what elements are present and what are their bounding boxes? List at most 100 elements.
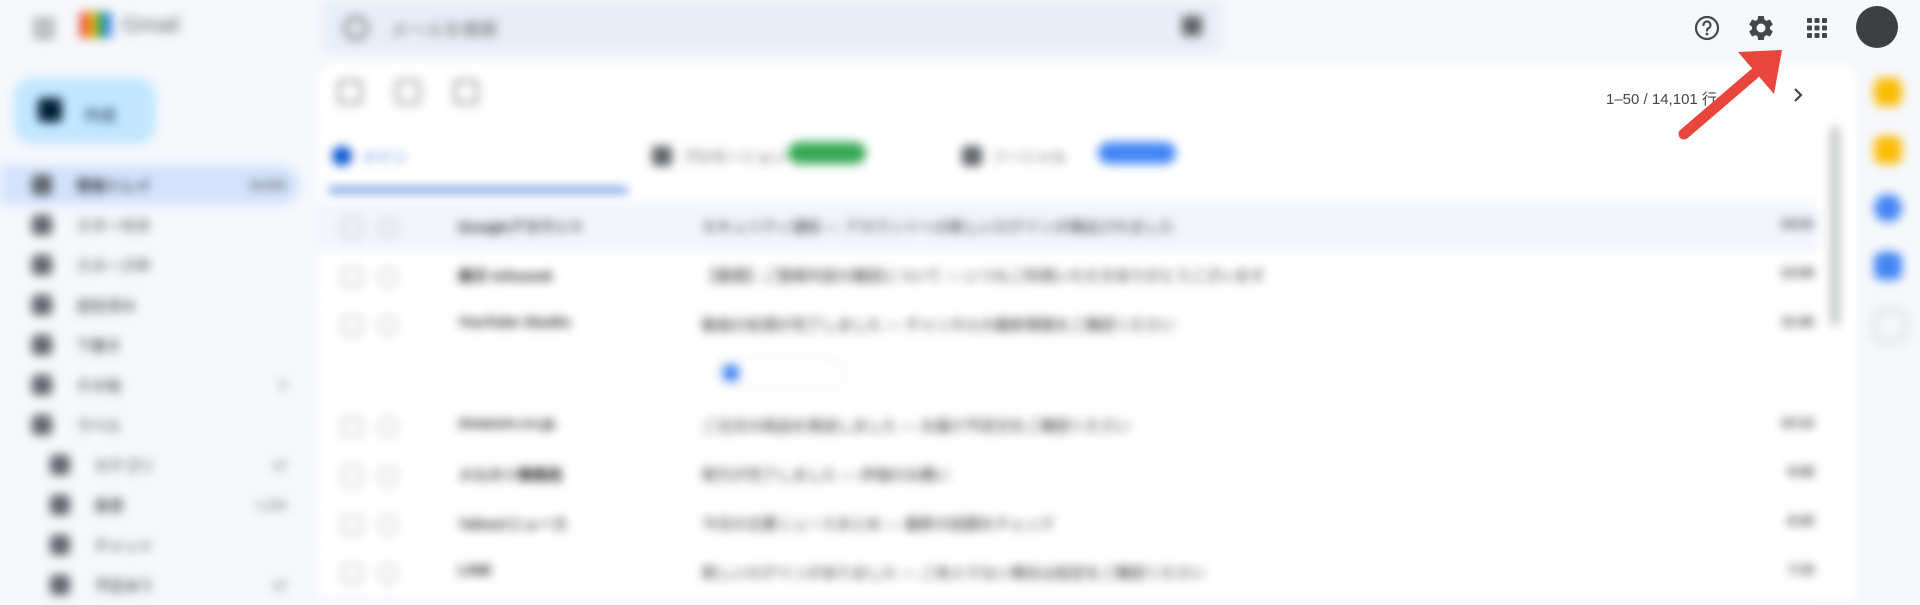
tab-label: プロモーション	[682, 149, 787, 166]
table-row[interactable]: メルカリ事務局 取引が完了しました — 評価のお願い 9:58	[318, 450, 1818, 499]
sidebar-item-drafts[interactable]: 下書き	[0, 325, 300, 365]
sidebar-item-label: チャット	[94, 537, 154, 555]
row-checkbox[interactable]	[342, 218, 362, 238]
star-icon[interactable]	[378, 218, 398, 238]
account-avatar[interactable]	[1856, 6, 1898, 48]
sidebar-item-labels[interactable]: ラベル	[0, 405, 300, 445]
row-checkbox[interactable]	[342, 316, 362, 336]
important-icon	[50, 495, 70, 515]
tab-promotions[interactable]: プロモーション	[638, 124, 938, 186]
table-row[interactable]: Amazon.co.jp ご注文の商品を発送しました — お届け予定日をご確認く…	[318, 401, 1818, 450]
email-date: 14:21	[1780, 216, 1814, 231]
sidebar-item-count: 1,234	[255, 498, 286, 512]
tag-icon	[652, 146, 672, 166]
row-checkbox[interactable]	[342, 267, 362, 287]
sidebar-item-more[interactable]: その他 3	[0, 365, 300, 405]
compose-label: 作成	[84, 108, 117, 125]
email-sender: LINE	[458, 562, 493, 579]
calendar-app-icon[interactable]	[1874, 78, 1902, 106]
sidebar-item-label: スター付き	[76, 217, 152, 235]
email-subject: 動画の処理が完了しました — チャンネルの最新情報をご確認ください	[702, 317, 1175, 334]
list-toolbar	[338, 80, 512, 109]
chevron-down-icon	[32, 375, 52, 395]
contacts-app-icon[interactable]	[1874, 252, 1902, 280]
gear-icon[interactable]	[1743, 10, 1779, 46]
sidebar-item-label: 下書き	[76, 337, 122, 355]
email-subject: 新しいログインがありました — ご本人でない場合は設定をご確認ください	[702, 565, 1206, 582]
category-tabs: メイン プロモーション ソーシャル	[318, 124, 1818, 192]
row-checkbox[interactable]	[342, 564, 362, 584]
star-icon[interactable]	[378, 417, 398, 437]
app-logo-text: Gmail	[122, 12, 180, 37]
keep-app-icon[interactable]	[1874, 136, 1902, 164]
chat-icon	[50, 535, 70, 555]
search-icon[interactable]	[344, 16, 368, 40]
tab-badge	[1098, 142, 1176, 164]
email-sender: 楽天 Infoseek	[458, 268, 554, 285]
star-icon	[32, 215, 52, 235]
select-all-checkbox[interactable]	[338, 80, 362, 104]
sidebar-item-label: ラベル	[76, 417, 122, 435]
email-sender: メルカリ事務局	[458, 467, 563, 484]
table-row[interactable]: Googleアカウント セキュリティ通知 — アカウントへの新しいログインが検出…	[318, 202, 1818, 251]
email-sender: Googleアカウント	[458, 219, 585, 236]
star-icon[interactable]	[378, 466, 398, 486]
sidebar-item-scheduled[interactable]: 予定あり 12	[0, 565, 300, 605]
pencil-icon	[38, 98, 62, 122]
sidebar-item-starred[interactable]: スター付き	[0, 205, 300, 245]
tasks-app-icon[interactable]	[1874, 194, 1902, 222]
sidebar-item-label: カテゴリ	[94, 457, 155, 475]
gmail-logo-icon	[80, 12, 112, 38]
email-date: 10:12	[1780, 415, 1814, 430]
apps-grid-icon[interactable]	[1799, 10, 1835, 46]
sidebar-item-label: スヌーズ中	[76, 257, 151, 275]
calendar-icon	[723, 365, 739, 381]
side-panel	[1868, 78, 1908, 372]
tab-social[interactable]: ソーシャル	[948, 124, 1248, 186]
sidebar-item-inbox[interactable]: 受信トレイ 14,101	[0, 165, 300, 205]
sidebar-item-chat[interactable]: チャット	[0, 525, 300, 565]
email-date: 9:58	[1787, 464, 1814, 479]
sidebar-item-important[interactable]: 重要 1,234	[0, 485, 300, 525]
label-icon	[32, 415, 52, 435]
row-checkbox[interactable]	[342, 417, 362, 437]
email-subject: 今日の主要ニュースまとめ — 最新の話題をチェック	[702, 516, 1055, 533]
email-sender: YouTube Studio	[458, 314, 571, 331]
sidebar-item-count: 12	[272, 578, 286, 592]
refresh-icon[interactable]	[396, 80, 420, 104]
send-icon	[32, 295, 52, 315]
draft-icon	[32, 335, 52, 355]
search-input[interactable]: メールを検索	[390, 16, 498, 42]
sidebar-item-sent[interactable]: 送信済み	[0, 285, 300, 325]
table-row[interactable]: LINE 新しいログインがありました — ご本人でない場合は設定をご確認ください…	[318, 548, 1818, 597]
search-options-icon[interactable]	[1182, 16, 1202, 36]
sidebar-nav: 受信トレイ 14,101 スター付き スヌーズ中 送信済み 下書き その他 3 ラベ…	[0, 165, 300, 605]
compose-button[interactable]: 作成	[14, 78, 156, 144]
sidebar-item-count: 3	[279, 378, 286, 392]
scrollbar[interactable]	[1830, 126, 1840, 326]
more-vert-icon[interactable]	[454, 80, 478, 104]
help-circle-icon[interactable]	[1689, 10, 1725, 46]
star-icon[interactable]	[378, 267, 398, 287]
table-row[interactable]: 楽天 Infoseek 【重要】ご登録内容の確認について — いつもご利用いただ…	[318, 251, 1818, 300]
email-subject: セキュリティ通知 — アカウントへの新しいログインが検出されました	[702, 219, 1175, 236]
attachment-chip[interactable]	[714, 358, 846, 388]
sidebar-item-label: 送信済み	[76, 297, 137, 315]
sidebar-item-categories[interactable]: カテゴリ 12	[0, 445, 300, 485]
add-addon-icon[interactable]	[1874, 310, 1906, 342]
main-menu-button[interactable]	[30, 14, 58, 42]
email-date: 13:05	[1780, 265, 1814, 280]
table-row[interactable]: Yahoo!ニュース 今日の主要ニュースまとめ — 最新の話題をチェック 8:3…	[318, 499, 1818, 548]
star-icon[interactable]	[378, 564, 398, 584]
row-checkbox[interactable]	[342, 515, 362, 535]
table-row[interactable]: YouTube Studio 動画の処理が完了しました — チャンネルの最新情報…	[318, 300, 1818, 401]
tag-icon	[50, 455, 70, 475]
star-icon[interactable]	[378, 515, 398, 535]
tab-primary[interactable]: メイン	[318, 124, 628, 192]
email-subject: ご注文の商品を発送しました — お届け予定日をご確認ください	[702, 418, 1131, 435]
search-bar[interactable]: メールを検索	[322, 0, 1222, 54]
sidebar-item-snoozed[interactable]: スヌーズ中	[0, 245, 300, 285]
star-icon[interactable]	[378, 316, 398, 336]
email-date: 8:30	[1787, 513, 1814, 528]
row-checkbox[interactable]	[342, 466, 362, 486]
